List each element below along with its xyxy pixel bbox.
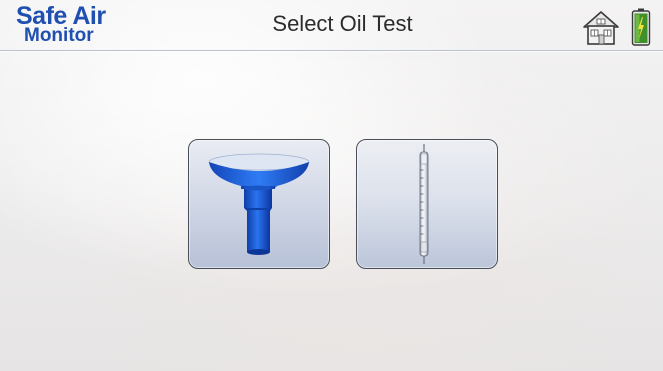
oil-test-screen: Safe Air Monitor Select Oil Test <box>0 0 663 371</box>
oil-sampler-test-button[interactable] <box>188 139 330 269</box>
header-bar: Safe Air Monitor Select Oil Test <box>0 0 663 51</box>
battery-status <box>631 8 651 46</box>
home-icon <box>583 11 619 45</box>
page-title: Select Oil Test <box>272 11 413 36</box>
logo-line-2: Monitor <box>24 25 94 46</box>
battery-icon <box>631 8 651 46</box>
oil-sampler-icon <box>208 153 310 255</box>
home-button[interactable] <box>582 10 620 46</box>
detector-tube-icon <box>419 144 429 264</box>
safe-air-monitor-logo: Safe Air Monitor <box>12 2 132 48</box>
detector-tube-test-button[interactable] <box>356 139 498 269</box>
